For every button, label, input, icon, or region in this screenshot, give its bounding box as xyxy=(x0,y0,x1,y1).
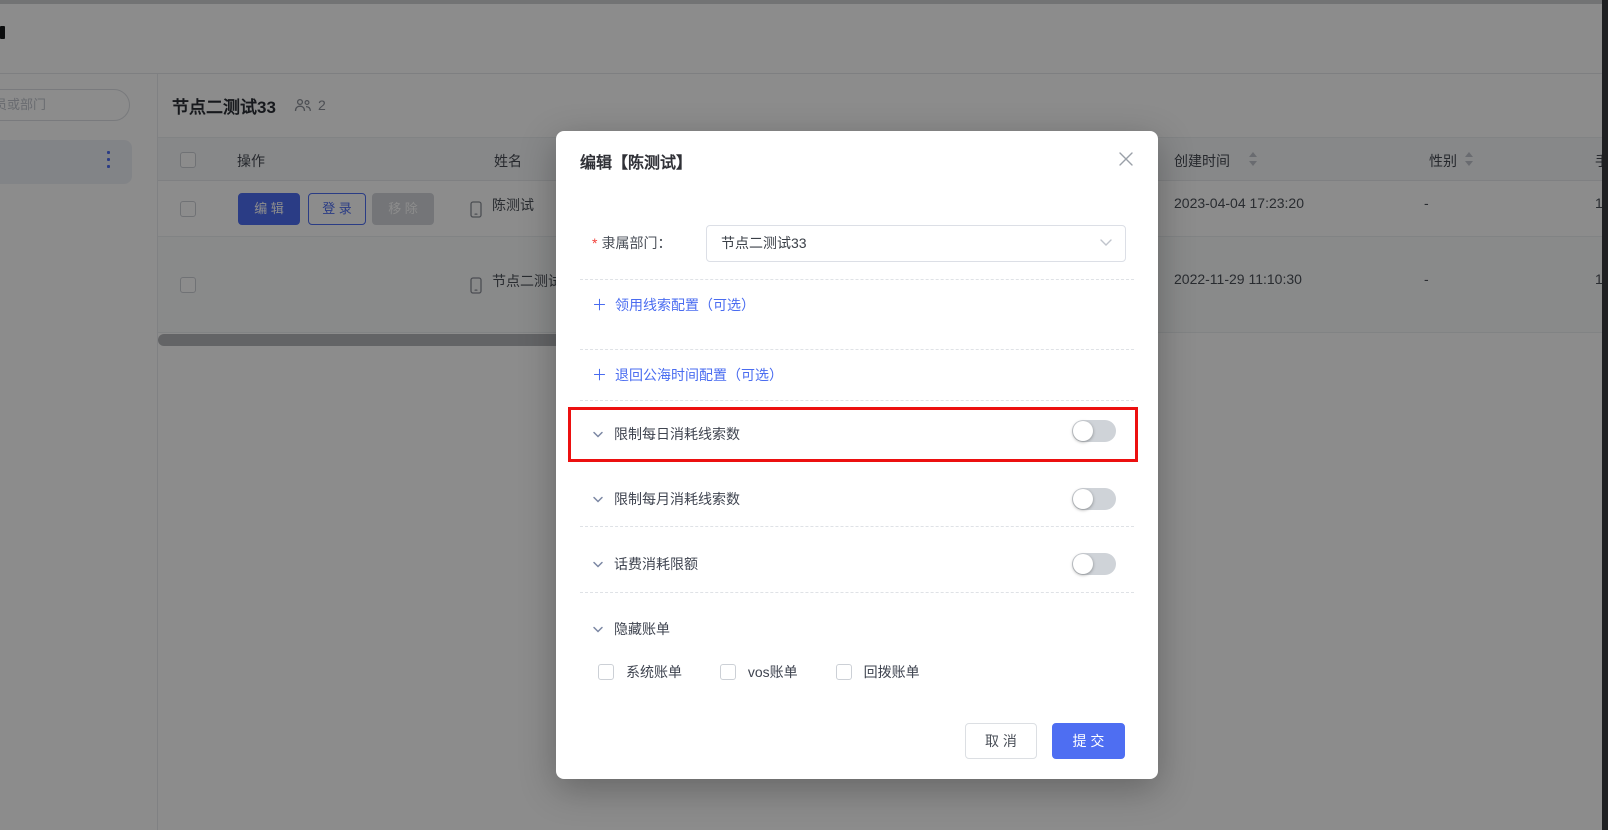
section-hide-bills[interactable]: 隐藏账单 xyxy=(592,617,670,641)
checkbox-icon xyxy=(719,664,736,680)
cancel-button[interactable]: 取 消 xyxy=(965,723,1037,759)
call-fee-limit-toggle[interactable] xyxy=(1072,553,1116,575)
section-monthly-lead-limit[interactable]: 限制每月消耗线索数 xyxy=(592,487,740,511)
submit-button[interactable]: 提 交 xyxy=(1052,723,1125,759)
dashed-divider xyxy=(580,279,1134,280)
add-lead-config-link[interactable]: ＋领用线索配置（可选） xyxy=(592,294,755,316)
add-return-time-config-link[interactable]: ＋退回公海时间配置（可选） xyxy=(592,364,783,386)
dashed-divider xyxy=(580,526,1134,527)
required-mark: * xyxy=(592,235,598,251)
daily-limit-toggle[interactable] xyxy=(1072,420,1116,442)
system-bill-checkbox[interactable]: 系统账单 xyxy=(598,662,682,682)
checkbox-icon xyxy=(835,664,852,680)
dashed-divider xyxy=(580,592,1134,593)
edit-user-dialog: 编辑【陈测试】 * 隶属部门： 节点二测试33 ＋领用线索配置（可选） ＋退回公海… xyxy=(556,131,1158,779)
chevron-down-icon xyxy=(593,626,603,633)
department-select-value: 节点二测试33 xyxy=(721,235,807,251)
vos-bill-checkbox[interactable]: vos账单 xyxy=(719,662,798,682)
plus-icon: ＋ xyxy=(592,297,608,314)
section-daily-lead-limit[interactable]: 限制每日消耗线索数 xyxy=(592,422,740,446)
chevron-down-icon xyxy=(593,431,603,438)
department-select[interactable]: 节点二测试33 xyxy=(706,225,1126,262)
plus-icon: ＋ xyxy=(592,367,608,384)
dashed-divider xyxy=(580,349,1134,350)
chevron-down-icon xyxy=(593,496,603,503)
chevron-down-icon xyxy=(1100,239,1112,246)
bill-checkbox-row: 系统账单 vos账单 回拨账单 xyxy=(598,662,954,682)
checkbox-icon xyxy=(598,664,614,680)
dialog-title: 编辑【陈测试】 xyxy=(580,155,693,172)
close-icon[interactable] xyxy=(1118,151,1134,167)
department-label: * 隶属部门： xyxy=(592,235,672,251)
chevron-down-icon xyxy=(593,561,603,568)
section-call-fee-limit[interactable]: 话费消耗限额 xyxy=(592,552,698,576)
callback-bill-checkbox[interactable]: 回拨账单 xyxy=(835,662,920,682)
dashed-divider xyxy=(580,400,1134,401)
monthly-limit-toggle[interactable] xyxy=(1072,488,1116,510)
